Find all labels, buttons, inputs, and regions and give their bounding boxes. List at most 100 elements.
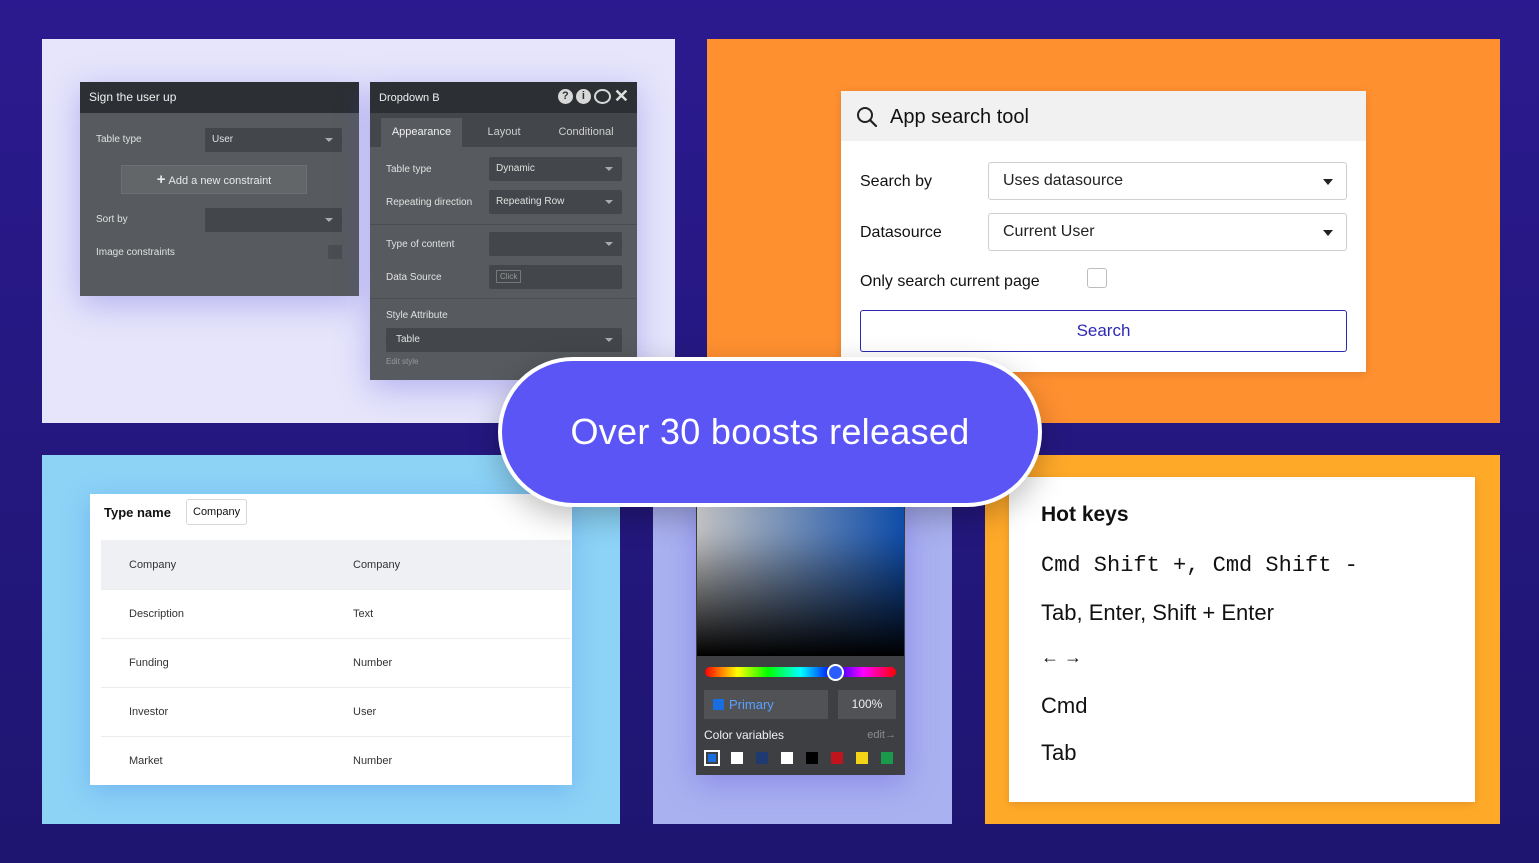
data-source-label: Data Source (386, 272, 442, 283)
panel-tabs: Appearance Layout Conditional (370, 113, 637, 147)
search-tool-card: App search tool Search by Uses datasourc… (841, 91, 1366, 372)
divider (370, 224, 637, 225)
hotkey-zoom: Cmd Shift +, Cmd Shift - (1041, 553, 1358, 578)
tab-layout[interactable]: Layout (474, 118, 534, 147)
chevron-down-icon (605, 200, 613, 204)
type-of-content-dropdown[interactable] (489, 232, 622, 256)
field-type: Number (353, 755, 393, 767)
tab-conditional[interactable]: Conditional (550, 118, 622, 147)
search-tool-title: App search tool (890, 106, 1029, 128)
hot-keys-title: Hot keys (1041, 503, 1129, 526)
chevron-down-icon (605, 242, 613, 246)
search-button-label: Search (1076, 321, 1131, 340)
field-type: Text (353, 608, 374, 620)
color-swatch[interactable] (806, 752, 818, 764)
edit-style-link[interactable]: Edit style (386, 357, 418, 366)
table-type-dropdown[interactable]: User (205, 128, 342, 152)
type-name-value: Company (193, 506, 241, 518)
data-type-card: Type name Company Company Company Descri… (90, 494, 572, 785)
chevron-down-icon (605, 167, 613, 171)
table-row[interactable]: Market Number (101, 736, 571, 785)
type-name-input[interactable]: Company (186, 499, 248, 525)
color-swatch[interactable] (856, 752, 868, 764)
repeating-direction-dropdown[interactable]: Repeating Row (489, 190, 622, 214)
table-row[interactable]: Company Company (101, 540, 571, 590)
data-source-placeholder: Click (496, 269, 522, 283)
chevron-down-icon (325, 138, 333, 142)
chevron-down-icon (325, 218, 333, 222)
caret-down-icon (1323, 230, 1333, 236)
field-type: Company (353, 559, 401, 571)
divider (370, 298, 637, 299)
repeating-direction-label: Repeating direction (386, 197, 473, 208)
image-constraints-label: Image constraints (96, 247, 175, 258)
hotkey-arrows: ← → (1041, 647, 1083, 667)
hot-keys-section: Hot keys Cmd Shift +, Cmd Shift - Tab, E… (985, 455, 1500, 824)
dropdown-panel-header: Dropdown B ? i ✕ (370, 82, 637, 113)
search-icon (857, 107, 878, 128)
table-type-label: Table type (386, 164, 432, 175)
table-type-label: Table type (96, 134, 142, 145)
add-constraint-label: Add a new constraint (168, 175, 272, 187)
search-by-value: Uses datasource (1003, 172, 1124, 189)
table-row[interactable]: Investor User (101, 687, 571, 737)
type-name-label: Type name (104, 505, 171, 520)
headline-text: Over 30 boosts released (570, 411, 970, 452)
add-constraint-button[interactable]: + Add a new constraint (121, 165, 307, 194)
table-type-dropdown[interactable]: Dynamic (489, 157, 622, 181)
hotkey-cmd: Cmd (1041, 693, 1088, 718)
color-picker-panel: Primary 100% Color variables edit→ (696, 495, 905, 775)
table-row[interactable]: Funding Number (101, 638, 571, 688)
color-swatches (696, 655, 905, 775)
data-source-field[interactable]: Click (489, 265, 622, 289)
color-swatch[interactable] (831, 752, 843, 764)
only-search-current-page-checkbox[interactable] (1087, 268, 1107, 288)
color-swatch[interactable] (781, 752, 793, 764)
data-type-section: Type name Company Company Company Descri… (42, 455, 620, 824)
plus-icon: + (156, 171, 166, 188)
sign-up-panel-title: Sign the user up (80, 82, 359, 113)
table-type-value: User (212, 134, 234, 145)
help-icon[interactable]: ? (557, 89, 573, 104)
table-row[interactable]: Description Text (101, 589, 571, 639)
saturation-area[interactable] (697, 495, 904, 656)
hotkey-tab: Tab (1041, 740, 1077, 765)
sort-by-dropdown[interactable] (205, 208, 342, 232)
sort-by-label: Sort by (96, 214, 128, 225)
comment-icon[interactable] (593, 89, 611, 104)
datasource-value: Current User (1003, 223, 1095, 240)
chevron-down-icon (605, 338, 613, 342)
style-dropdown[interactable]: Table (386, 328, 622, 352)
hotkey-navigation: Tab, Enter, Shift + Enter (1041, 600, 1274, 625)
datasource-dropdown[interactable]: Current User (988, 213, 1347, 251)
repeating-direction-value: Repeating Row (496, 196, 565, 207)
field-name: Funding (129, 657, 169, 669)
tab-appearance[interactable]: Appearance (381, 118, 462, 147)
info-icon[interactable]: i (575, 89, 591, 104)
dropdown-panel-title: Dropdown B (379, 92, 440, 104)
search-by-dropdown[interactable]: Uses datasource (988, 162, 1347, 200)
field-name: Description (129, 608, 185, 620)
image-constraints-checkbox[interactable] (328, 245, 342, 259)
color-swatch[interactable] (881, 752, 893, 764)
field-name: Investor (129, 706, 169, 718)
headline-pill: Over 30 boosts released (498, 357, 1042, 507)
color-swatch[interactable] (704, 750, 720, 766)
close-icon[interactable]: ✕ (614, 87, 629, 105)
hot-keys-card: Hot keys Cmd Shift +, Cmd Shift - Tab, E… (1009, 477, 1475, 802)
search-button[interactable]: Search (860, 310, 1347, 352)
datasource-label: Datasource (860, 224, 942, 241)
caret-down-icon (1323, 179, 1333, 185)
type-of-content-label: Type of content (386, 239, 455, 250)
color-swatch[interactable] (756, 752, 768, 764)
field-type: User (353, 706, 377, 718)
color-swatch[interactable] (731, 752, 743, 764)
field-type: Number (353, 657, 393, 669)
color-picker-section: Primary 100% Color variables edit→ (653, 455, 952, 824)
dropdown-panel: Dropdown B ? i ✕ Appearance Layout Condi… (370, 82, 637, 380)
style-attribute-label: Style Attribute (386, 310, 448, 321)
panel-header-icons: ? i ✕ (557, 87, 629, 105)
field-name: Company (129, 559, 177, 571)
search-tool-header: App search tool (841, 91, 1366, 141)
table-type-value: Dynamic (496, 163, 535, 174)
